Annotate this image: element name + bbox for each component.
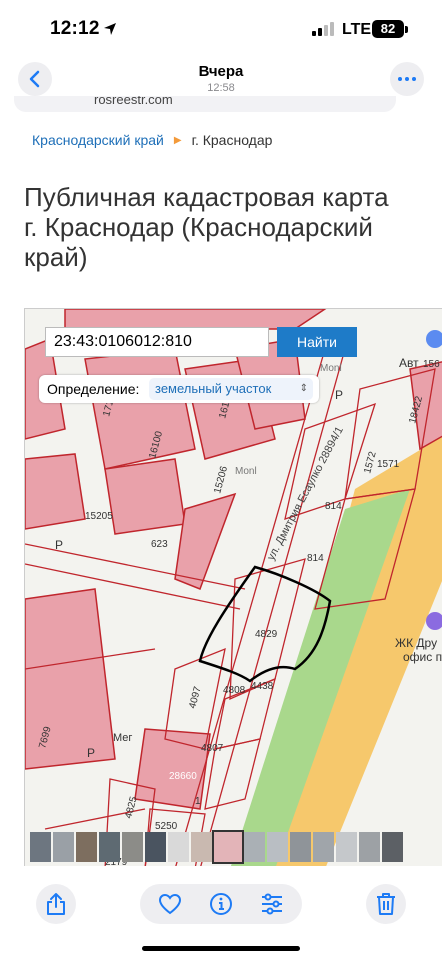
ellipsis-icon (398, 77, 416, 81)
chevron-right-icon: ▶ (173, 134, 182, 146)
signal-icon (312, 22, 336, 36)
close-icon: ✕ (16, 96, 31, 97)
definition-panel: Определение: земельный участок ⇕ (39, 375, 319, 403)
more-button[interactable] (390, 62, 424, 96)
info-icon (210, 893, 232, 915)
definition-label: Определение: (47, 381, 140, 397)
url-text: rosreestr.com (94, 96, 173, 107)
breadcrumb: Краснодарский край ▶ г. Краснодар (32, 132, 272, 148)
thumbnail[interactable] (53, 832, 74, 862)
page-title: Публичная кадастровая карта г. Краснодар… (24, 182, 442, 272)
thumbnail[interactable] (76, 832, 97, 862)
parcel-label: 814 (325, 501, 342, 512)
map-letter: Р (87, 746, 95, 760)
parcel-label: 15205 (85, 511, 113, 522)
thumbnail[interactable] (145, 832, 166, 862)
status-time: 12:12 (50, 18, 100, 39)
thumbnail[interactable] (290, 832, 311, 862)
page-title-line1: Публичная кадастровая карта (24, 182, 389, 212)
parcel-label: 4808 (223, 685, 246, 696)
cadastral-map[interactable]: 17112 16100 16173 1572 1571 15206 15205 … (24, 308, 442, 866)
thumbnail[interactable] (191, 832, 212, 862)
cadastral-search-input[interactable]: 23:43:0106012:810 (45, 327, 269, 357)
share-button[interactable] (36, 884, 76, 924)
battery-tip (405, 26, 408, 33)
share-icon (47, 893, 65, 915)
thumbnail[interactable] (244, 832, 265, 862)
sliders-icon (262, 893, 282, 915)
find-button[interactable]: Найти (277, 327, 357, 357)
parcel-label: 4807 (201, 743, 224, 754)
updown-chevron-icon: ⇕ (299, 383, 308, 394)
thumbnail[interactable] (336, 832, 357, 862)
poi-label: ЖК Дру (395, 636, 437, 650)
poi-label: Monl (320, 363, 342, 374)
parcel-label: 28660 (169, 771, 197, 782)
thumbnail-active[interactable] (212, 830, 244, 864)
adjust-button[interactable] (258, 890, 286, 918)
poi-label: офис пр (403, 650, 442, 664)
photo-actions-group (140, 884, 302, 924)
thumbnail[interactable] (382, 832, 403, 862)
network-type: LTE (342, 21, 372, 38)
status-bar: 12:12 LTE 82 (0, 0, 442, 58)
definition-value: земельный участок (155, 381, 272, 396)
viewer-title: Вчера (198, 63, 244, 80)
home-indicator (142, 946, 300, 951)
browser-url-bar: ✕ rosreestr.com (14, 96, 396, 112)
definition-select[interactable]: земельный участок ⇕ (149, 378, 313, 400)
parcel-label: 156 (423, 359, 440, 370)
thumbnail-strip[interactable] (30, 830, 420, 864)
page-title-line2: г. Краснодар (Краснодарский (24, 212, 373, 242)
heart-icon (158, 893, 182, 915)
map-letter: Р (55, 538, 63, 552)
page-title-line3: край) (24, 242, 88, 272)
trash-icon (377, 893, 395, 915)
parcel-label: 4438 (251, 681, 274, 692)
battery-icon: 82 (372, 20, 404, 38)
thumbnail[interactable] (30, 832, 51, 862)
thumbnail[interactable] (99, 832, 120, 862)
thumbnail[interactable] (168, 832, 189, 862)
parcel-label: 4829 (255, 629, 278, 640)
parcel-label: 623 (151, 539, 168, 550)
parcel-label: 1571 (377, 459, 400, 470)
breadcrumb-region[interactable]: Краснодарский край (32, 132, 164, 148)
breadcrumb-city: г. Краснодар (191, 132, 273, 148)
viewer-subtitle: 12:58 (207, 82, 235, 94)
thumbnail[interactable] (359, 832, 380, 862)
favorite-button[interactable] (156, 890, 184, 918)
map-letter: Р (335, 388, 343, 402)
location-arrow-icon (104, 23, 116, 35)
parcel-label: 5250 (155, 821, 178, 832)
parcel-label: 814 (307, 553, 324, 564)
thumbnail[interactable] (267, 832, 288, 862)
photo-content: ✕ rosreestr.com Краснодарский край ▶ г. … (0, 96, 442, 866)
poi-label: Авт (399, 356, 419, 370)
delete-button[interactable] (366, 884, 406, 924)
info-button[interactable] (207, 890, 235, 918)
poi-label: Monl (235, 466, 257, 477)
thumbnail[interactable] (122, 832, 143, 862)
thumbnail[interactable] (313, 832, 334, 862)
poi-label: Мег (113, 732, 132, 744)
parcel-label: 1 (195, 796, 201, 807)
